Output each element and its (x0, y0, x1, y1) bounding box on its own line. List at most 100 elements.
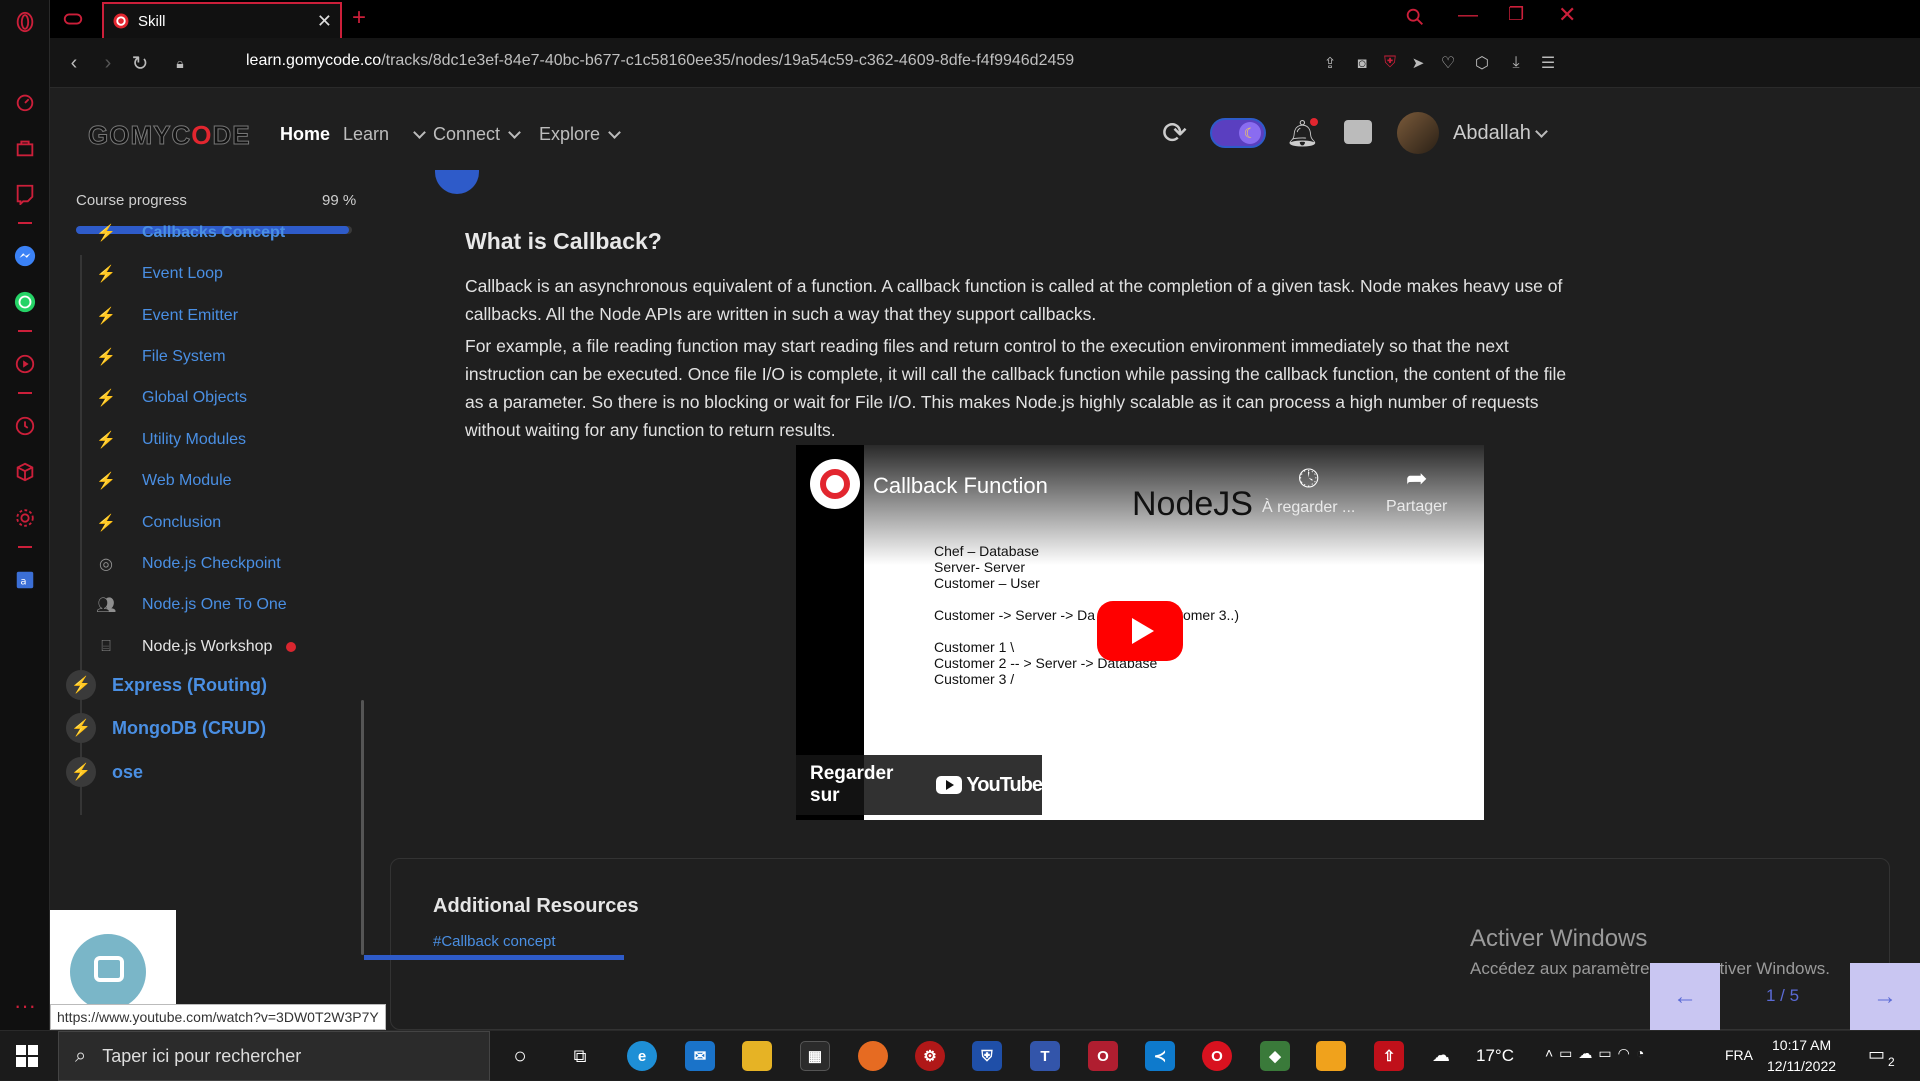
chevron-down-icon (508, 125, 521, 139)
close-tab-icon[interactable]: ✕ (317, 11, 332, 32)
history-icon[interactable] (13, 414, 37, 438)
lesson-item[interactable]: ⚡ Event Emitter (96, 301, 238, 331)
weather-temp[interactable]: 17°C (1476, 1046, 1514, 1066)
dark-mode-toggle[interactable]: ☾ (1210, 118, 1266, 148)
messenger-icon[interactable] (13, 244, 37, 268)
opera-gx-icon[interactable]: O (1088, 1041, 1118, 1071)
restore-button[interactable]: ❐ (1508, 4, 1524, 25)
lesson-item[interactable]: ⚡ Event Loop (96, 259, 223, 289)
user-menu[interactable]: Abdallah (1453, 122, 1548, 145)
cube-icon[interactable]: ⬡ (1470, 51, 1494, 75)
reload-button[interactable]: ↻ (128, 51, 152, 75)
lock-icon: 🔒︎ (176, 54, 184, 71)
firefox-icon[interactable] (858, 1041, 888, 1071)
more-dots-icon[interactable]: ··· (13, 993, 37, 1018)
opera-menu-icon[interactable] (13, 10, 37, 34)
panel-scrollbar[interactable] (361, 700, 364, 955)
tab-search-icon[interactable] (1404, 6, 1426, 28)
resource-link[interactable]: #Callback concept (433, 933, 556, 950)
lesson-item[interactable]: ⌸ Node.js Workshop (96, 632, 297, 662)
windows-start-icon[interactable] (16, 1045, 38, 1067)
share-icon[interactable]: ⇪ (1318, 51, 1342, 75)
back-button[interactable]: ‹ (62, 51, 86, 75)
lesson-item[interactable]: ⚡ File System (96, 342, 226, 372)
forward-button[interactable]: › (96, 51, 120, 75)
send-icon[interactable]: ➤ (1406, 51, 1430, 75)
heart-icon[interactable]: ♡ (1436, 51, 1460, 75)
lesson-item[interactable]: ⚡ Global Objects (96, 383, 247, 413)
lesson-item[interactable]: ⚡ Callbacks Concept (96, 218, 285, 248)
nav-explore[interactable]: Explore (539, 124, 621, 145)
speed-dial-icon[interactable] (13, 90, 37, 114)
upload-app-icon[interactable]: ⇧ (1374, 1041, 1404, 1071)
nav-learn[interactable]: Learn (343, 124, 426, 145)
sync-icon[interactable]: ⟳ (1162, 116, 1187, 151)
clock-time[interactable]: 10:17 AM (1772, 1037, 1831, 1053)
gomycode-logo[interactable]: GOMYCODE (87, 120, 251, 151)
nav-home[interactable]: Home (280, 124, 330, 145)
gamepad-icon[interactable] (62, 8, 84, 30)
nav-connect[interactable]: Connect (433, 124, 521, 145)
file-explorer-icon[interactable] (742, 1041, 772, 1071)
lesson-item[interactable]: ⚡ Web Module (96, 466, 232, 496)
lesson-item[interactable]: ⚡ Utility Modules (96, 425, 246, 455)
module-item[interactable]: ⚡ MongoDB (CRUD) (66, 713, 266, 743)
module-item[interactable]: ⚡ ose (66, 757, 143, 787)
app-red-icon[interactable]: ⚙ (915, 1041, 945, 1071)
new-tab-button[interactable]: + (352, 4, 366, 32)
clock-date[interactable]: 12/11/2022 (1767, 1058, 1836, 1074)
url-field[interactable]: learn.gomycode.co/tracks/8dc1e3ef-84e7-4… (246, 52, 1074, 70)
player-icon[interactable] (13, 352, 37, 376)
teams-icon[interactable]: T (1030, 1041, 1060, 1071)
easy-setup-icon[interactable]: ☰ (1536, 51, 1560, 75)
camera-icon[interactable]: ◙ (1350, 51, 1374, 75)
next-page-button[interactable]: → (1850, 963, 1920, 1030)
action-center-icon[interactable]: ▭ (1868, 1044, 1885, 1065)
shopping-bag-icon[interactable] (13, 136, 37, 160)
tray-icons[interactable]: ˄▭☁▭◠◔ (1545, 1045, 1650, 1062)
close-window-button[interactable]: ✕ (1558, 2, 1576, 28)
watch-later-button[interactable]: 🕓︎ À regarder ... (1262, 463, 1355, 517)
translate-icon[interactable]: a (13, 568, 37, 592)
avatar[interactable] (1397, 112, 1439, 154)
share-button[interactable]: ➦ Partager (1386, 463, 1447, 516)
prev-page-button[interactable]: ← (1650, 963, 1720, 1030)
git-kraken-icon[interactable]: ◆ (1260, 1041, 1290, 1071)
folder-app-icon[interactable] (1316, 1041, 1346, 1071)
shield-app-icon[interactable]: ⛨ (972, 1041, 1002, 1071)
messages-icon[interactable] (1344, 120, 1372, 144)
adblock-shield-icon[interactable]: ⛨ (1378, 51, 1402, 75)
lesson-item[interactable]: ⚡ Conclusion (96, 508, 221, 538)
whatsapp-icon[interactable] (13, 290, 37, 314)
edge-icon[interactable]: e (627, 1041, 657, 1071)
twitch-icon[interactable] (13, 182, 37, 206)
tab-skill[interactable]: Skill ✕ (102, 2, 342, 38)
play-button[interactable] (1097, 601, 1183, 661)
lesson-label: Conclusion (142, 514, 222, 531)
lesson-item[interactable]: 👥︎ Node.js One To One (96, 590, 287, 620)
weather-icon[interactable]: ☁ (1432, 1045, 1450, 1066)
opera-icon[interactable]: O (1202, 1041, 1232, 1071)
channel-logo-icon[interactable] (810, 459, 860, 509)
play-icon (1132, 618, 1154, 644)
mail-icon[interactable]: ✉ (685, 1041, 715, 1071)
chat-icon[interactable] (70, 934, 146, 1010)
download-icon[interactable]: ⤓ (1504, 51, 1528, 75)
taskbar-search[interactable]: ⌕ Taper ici pour rechercher (58, 1031, 490, 1081)
youtube-video-embed[interactable]: Callback Function NodeJS 🕓︎ À regarder ..… (796, 445, 1484, 820)
language-indicator[interactable]: FRA (1725, 1047, 1753, 1063)
vscode-icon[interactable]: ≺ (1145, 1041, 1175, 1071)
lesson-label: Node.js Workshop (142, 638, 273, 655)
progress-percent: 99 % (322, 192, 357, 209)
watch-on-youtube-button[interactable]: Regarder sur YouTube (796, 755, 1043, 815)
chevron-down-icon (608, 125, 621, 139)
lesson-item[interactable]: ◎ Node.js Checkpoint (96, 549, 281, 579)
cortana-icon[interactable]: ○ (505, 1041, 535, 1071)
minimize-button[interactable]: — (1458, 4, 1478, 27)
store-icon[interactable]: ▦ (800, 1041, 830, 1071)
task-view-icon[interactable]: ⧉ (565, 1041, 595, 1071)
module-item[interactable]: ⚡ Express (Routing) (66, 670, 267, 700)
settings-gear-icon[interactable] (13, 506, 37, 530)
extensions-cube-icon[interactable] (13, 460, 37, 484)
video-title[interactable]: Callback Function (873, 473, 1048, 499)
